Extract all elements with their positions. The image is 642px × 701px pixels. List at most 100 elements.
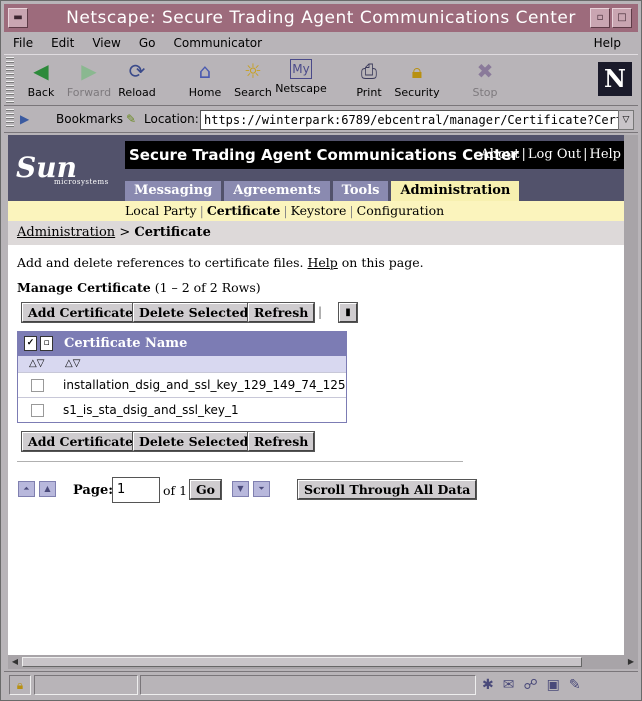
back-button[interactable]: ◀ Back bbox=[15, 57, 67, 103]
security-button[interactable]: 🔒︎ Security bbox=[391, 57, 443, 103]
page-number-input[interactable]: 1 bbox=[112, 477, 160, 503]
refresh-button[interactable]: Refresh bbox=[246, 302, 316, 323]
composer-icon[interactable]: ✎ bbox=[569, 677, 590, 693]
discussion-icon[interactable]: ☍ bbox=[523, 677, 546, 693]
navigation-toolbar: ◀ Back ▶ Forward ⟳ Reload ⌂ Home ☼ Searc… bbox=[4, 54, 638, 106]
menu-go[interactable]: Go bbox=[130, 36, 165, 50]
netscape-button[interactable]: My Netscape bbox=[275, 57, 327, 103]
sub-navigation: Local Party | Certificate | Keystore | Configu… bbox=[8, 201, 624, 221]
delete-selected-button-bottom[interactable]: Delete Selected bbox=[131, 431, 256, 452]
table-header: ✓ ▫ Certificate Name bbox=[18, 332, 346, 356]
mail-icon[interactable]: ✉ bbox=[503, 677, 524, 693]
title-bar[interactable]: ▬ Netscape: Secure Trading Agent Communi… bbox=[4, 4, 638, 32]
refresh-button-bottom[interactable]: Refresh bbox=[246, 431, 316, 452]
horizontal-scrollbar[interactable]: ◀ ▶ bbox=[8, 655, 638, 669]
delete-selected-button[interactable]: Delete Selected bbox=[131, 302, 256, 323]
row-checkbox[interactable] bbox=[31, 379, 44, 392]
column-certificate-name[interactable]: Certificate Name bbox=[64, 332, 187, 356]
stop-button[interactable]: ✖ Stop bbox=[459, 57, 511, 103]
intro-text: Add and delete references to certificate… bbox=[17, 255, 424, 270]
forward-button[interactable]: ▶ Forward bbox=[63, 57, 115, 103]
menu-edit[interactable]: Edit bbox=[42, 36, 83, 50]
breadcrumb-administration[interactable]: Administration bbox=[17, 225, 115, 240]
deselect-all-icon[interactable]: ▫ bbox=[40, 336, 53, 351]
add-certificate-button-bottom[interactable]: Add Certificate bbox=[20, 431, 141, 452]
print-label: Print bbox=[356, 86, 382, 99]
sun-logo-sub: microsystems bbox=[54, 178, 109, 186]
table-row: s1_is_sta_dsig_and_ssl_key_1 bbox=[18, 397, 346, 422]
progress-field bbox=[34, 675, 138, 695]
subnav-local-party[interactable]: Local Party bbox=[125, 203, 197, 218]
sun-logo: Sun microsystems bbox=[16, 151, 109, 186]
bookmarks-button[interactable]: Bookmarks bbox=[56, 112, 123, 126]
section-header: Manage Certificate (1 – 2 of 2 Rows) bbox=[17, 280, 261, 295]
location-grip[interactable] bbox=[6, 109, 14, 129]
search-button[interactable]: ☼ Search bbox=[227, 57, 279, 103]
divider: | bbox=[521, 147, 526, 162]
print-button[interactable]: ⎙ Print bbox=[343, 57, 395, 103]
divider: | bbox=[283, 203, 288, 218]
show-filter-icon[interactable]: ▮ bbox=[338, 302, 358, 323]
tab-administration[interactable]: Administration bbox=[391, 181, 520, 201]
navigator-icon[interactable]: ✱ bbox=[482, 677, 503, 693]
subnav-certificate[interactable]: Certificate bbox=[207, 203, 281, 218]
breadcrumb-separator: > bbox=[119, 225, 131, 240]
url-field[interactable]: https://winterpark:6789/ebcentral/manage… bbox=[200, 110, 620, 130]
subnav-keystore[interactable]: Keystore bbox=[291, 203, 347, 218]
bookmarks-icon[interactable]: ▶ bbox=[20, 112, 29, 126]
table-row: installation_dsig_and_ssl_key_129_149_74… bbox=[18, 372, 346, 397]
sort-name-icon[interactable]: △▽ bbox=[65, 356, 80, 372]
menu-view[interactable]: View bbox=[83, 36, 129, 50]
home-button[interactable]: ⌂ Home bbox=[179, 57, 231, 103]
component-bar: ✱✉☍▣✎ bbox=[482, 675, 634, 695]
divider: | bbox=[199, 203, 204, 218]
about-link[interactable]: About bbox=[479, 147, 520, 162]
previous-page-icon[interactable]: ▲ bbox=[39, 481, 56, 497]
scroll-left-icon[interactable]: ◀ bbox=[9, 656, 21, 668]
minimize-button[interactable]: ▫ bbox=[590, 8, 610, 28]
section-title: Manage Certificate bbox=[17, 280, 151, 295]
menu-communicator[interactable]: Communicator bbox=[164, 36, 271, 50]
last-page-icon[interactable]: ⏷ bbox=[253, 481, 270, 497]
back-arrow-icon: ◀ bbox=[33, 59, 49, 83]
menu-help[interactable]: Help bbox=[585, 36, 630, 50]
next-page-icon[interactable]: ▼ bbox=[232, 481, 249, 497]
address-book-icon[interactable]: ▣ bbox=[547, 677, 569, 693]
scroll-right-icon[interactable]: ▶ bbox=[625, 656, 637, 668]
security-status-icon[interactable]: 🔒︎ bbox=[9, 675, 31, 695]
vertical-scrollbar[interactable] bbox=[624, 135, 638, 655]
add-certificate-button[interactable]: Add Certificate bbox=[20, 302, 141, 323]
home-icon: ⌂ bbox=[198, 59, 212, 83]
subnav-configuration[interactable]: Configuration bbox=[357, 203, 445, 218]
sort-row: △▽ △▽ bbox=[18, 356, 346, 372]
maximize-button[interactable]: □ bbox=[612, 8, 632, 28]
reload-button[interactable]: ⟳ Reload bbox=[111, 57, 163, 103]
select-all-icon[interactable]: ✓ bbox=[24, 336, 37, 351]
tab-messaging[interactable]: Messaging bbox=[125, 181, 222, 201]
first-page-icon[interactable]: ⏶ bbox=[18, 481, 35, 497]
certificate-name-cell: s1_is_sta_dsig_and_ssl_key_1 bbox=[63, 403, 239, 417]
toolbar-grip[interactable] bbox=[6, 57, 14, 103]
window-title: Netscape: Secure Trading Agent Communica… bbox=[66, 8, 576, 28]
sort-select-icon[interactable]: △▽ bbox=[29, 356, 44, 372]
reload-icon: ⟳ bbox=[128, 59, 146, 83]
separator-line bbox=[17, 461, 463, 462]
forward-arrow-icon: ▶ bbox=[81, 59, 97, 83]
horizontal-scroll-thumb[interactable] bbox=[22, 657, 582, 667]
status-text-field bbox=[140, 675, 476, 695]
netscape-logo[interactable]: N bbox=[598, 62, 632, 96]
menu-file[interactable]: File bbox=[4, 36, 42, 50]
logout-link[interactable]: Log Out bbox=[527, 147, 582, 162]
tab-tools[interactable]: Tools bbox=[332, 181, 389, 201]
go-button[interactable]: Go bbox=[188, 479, 223, 500]
tab-agreements[interactable]: Agreements bbox=[224, 181, 330, 201]
help-link[interactable]: Help bbox=[588, 147, 622, 162]
printer-icon: ⎙ bbox=[361, 59, 377, 83]
help-page-link[interactable]: Help bbox=[307, 255, 337, 270]
scroll-all-button[interactable]: Scroll Through All Data bbox=[296, 479, 478, 500]
window-menu-button[interactable]: ▬ bbox=[8, 8, 28, 28]
padlock-icon: 🔒︎ bbox=[411, 59, 423, 83]
page-content: Sun microsystems Secure Trading Agent Co… bbox=[8, 135, 624, 655]
url-dropdown-icon[interactable]: ▽ bbox=[618, 110, 634, 130]
row-checkbox[interactable] bbox=[31, 404, 44, 417]
